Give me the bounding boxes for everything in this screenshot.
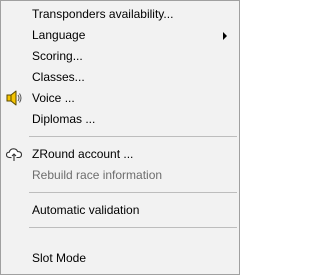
menu-item-label: Rebuild race information	[32, 168, 163, 182]
menu-item-label: Language	[32, 28, 86, 42]
menu-item-scoring[interactable]: Scoring...	[1, 46, 239, 66]
menu-item-diplomas[interactable]: Diplomas ...	[1, 109, 239, 129]
menu-item-automatic-validation[interactable]: Automatic validation	[1, 200, 239, 220]
menu-item-label: Classes...	[32, 70, 85, 84]
menu-separator	[29, 136, 237, 137]
menu-item-rebuild-race-information: Rebuild race information	[1, 165, 239, 185]
menu-item-transponders-availability[interactable]: Transponders availability...	[1, 4, 239, 24]
menu-item-label: Transponders availability...	[32, 7, 174, 21]
menu-item-label: Scoring...	[32, 49, 83, 63]
menu-item-label: Voice ...	[32, 91, 75, 105]
menu-separator	[29, 227, 237, 228]
options-context-menu: Transponders availability... Language Sc…	[0, 0, 240, 275]
menu-item-label: Automatic validation	[32, 203, 140, 217]
menu-item-voice[interactable]: Voice ...	[1, 88, 239, 108]
cloud-icon	[5, 145, 23, 163]
menu-item-label: Diplomas ...	[32, 112, 96, 126]
submenu-arrow-icon	[223, 32, 227, 40]
menu-item-slot-mode[interactable]: Slot Mode	[1, 248, 239, 268]
menu-item-label: ZRound account ...	[32, 147, 134, 161]
menu-separator	[29, 192, 237, 193]
menu-item-language[interactable]: Language	[1, 25, 239, 45]
speaker-icon	[5, 89, 23, 107]
menu-item-classes[interactable]: Classes...	[1, 67, 239, 87]
menu-item-label: Slot Mode	[32, 251, 87, 265]
menu-item-zround-account[interactable]: ZRound account ...	[1, 144, 239, 164]
